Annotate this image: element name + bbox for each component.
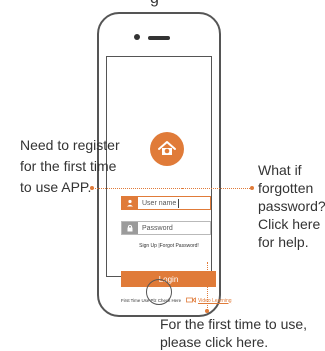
signup-forgot-links[interactable]: Sign Up |Forgot Password! <box>121 243 217 249</box>
video-learning-label: Video Learning <box>198 297 232 304</box>
bottom-connector <box>207 262 208 312</box>
speaker-icon <box>148 36 170 40</box>
video-camera-icon <box>186 297 196 304</box>
text-cursor <box>178 198 180 208</box>
house-cloud-icon <box>150 132 184 166</box>
register-annotation: Need to register for the first time to u… <box>20 137 120 195</box>
first-time-row: First Time Use Plz Check Here Video Lear… <box>121 296 232 306</box>
password-field[interactable]: Password <box>121 221 211 235</box>
camera-icon <box>134 34 140 40</box>
user-icon <box>122 197 138 209</box>
bottom-connector-dot <box>205 309 209 313</box>
first-time-annotation: For the first time to use, please click … <box>160 316 308 350</box>
username-field[interactable]: User name <box>121 196 211 210</box>
forgot-password-annotation: What if forgotten password? Click here f… <box>258 162 325 250</box>
lock-icon <box>122 222 138 234</box>
top-text: g <box>150 0 270 8</box>
home-button[interactable] <box>146 279 172 305</box>
username-placeholder: User name <box>142 199 177 207</box>
password-placeholder: Password <box>142 224 173 232</box>
right-connector <box>182 188 252 189</box>
video-learning-link[interactable]: Video Learning <box>186 297 232 304</box>
right-connector-dot <box>250 186 254 190</box>
